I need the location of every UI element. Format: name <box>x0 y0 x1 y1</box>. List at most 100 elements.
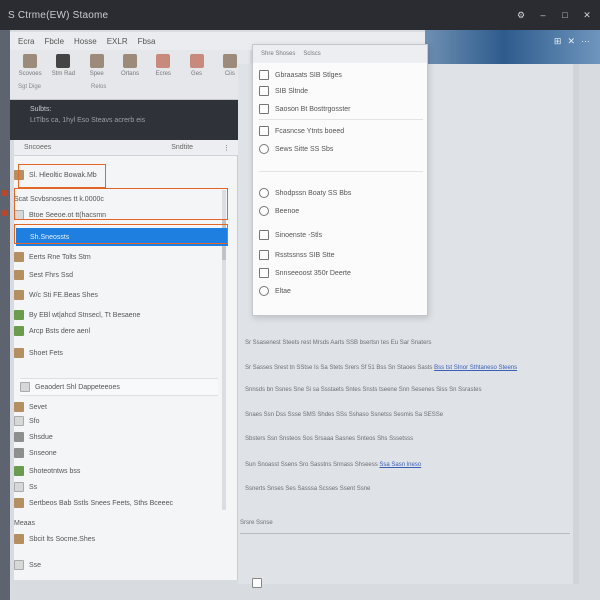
menu-item[interactable]: Fcasncse Ytnts boeed <box>259 123 423 139</box>
menu-separator <box>259 171 423 172</box>
menu-item[interactable]: Eltae <box>259 283 423 299</box>
window-icon <box>259 250 269 260</box>
column-header: Sncoees Sndtite ⋮ <box>14 140 240 156</box>
document-icon <box>252 578 262 588</box>
column-menu-icon[interactable]: ⋮ <box>223 144 230 152</box>
radio-icon <box>259 144 269 154</box>
ribbon-button-3[interactable]: Ortans <box>116 54 144 95</box>
folder-icon <box>14 252 24 262</box>
column-type[interactable]: Sndtite <box>171 144 193 151</box>
doc-line-5: Sun Snoasst Ssens Sro Sasstns Snnass Shs… <box>245 462 422 468</box>
folder-icon <box>14 348 24 358</box>
list-item[interactable]: Arcp Bsts dere aenl <box>14 322 224 340</box>
background-banner: ⊞ ✕ ⋯ <box>425 30 600 64</box>
ribbon-toolbar: Scovoes Stm Rad Spee Ortans Ecres Ges Ci… <box>10 50 250 100</box>
menu-item[interactable]: SIB Sltnde <box>259 83 423 99</box>
list-item[interactable]: Sl. Hleoltic Bowak.Mb <box>14 166 224 184</box>
vertical-scrollbar[interactable] <box>573 64 579 584</box>
folder-icon <box>14 402 24 412</box>
document-icon <box>89 54 104 68</box>
doc-line-1: Sr Sasses Srest tn SStse Is Sa Stets Sre… <box>245 365 518 371</box>
folder-icon <box>14 170 24 180</box>
close-icon[interactable]: ✕ <box>567 36 575 47</box>
radio-icon <box>259 188 269 198</box>
settings-icon[interactable]: ⚙ <box>516 10 526 20</box>
folder-icon <box>23 54 38 68</box>
list-item-selected[interactable]: Sh.Sneossts <box>16 228 228 246</box>
menu-item[interactable]: Snnseeoost 350r Deerte <box>259 265 423 281</box>
window-title: S Ctrme(EW) Staome <box>8 9 109 21</box>
minimize-icon[interactable]: – <box>538 10 548 20</box>
menu-item[interactable]: Gbraasats SIB Stlges <box>259 67 423 83</box>
ribbon-group-labels: Sgt Dige Relos <box>18 84 107 90</box>
image-icon <box>14 466 24 476</box>
file-icon <box>14 560 24 570</box>
gear-icon <box>122 54 137 68</box>
window-icon <box>259 268 269 278</box>
window-icon <box>259 126 269 136</box>
menu-item[interactable]: Saoson Bt Bosttrgosster <box>259 101 423 117</box>
doc-link[interactable]: Ssa Sasn lneso <box>379 462 421 468</box>
radio-icon <box>259 286 269 296</box>
dropdown-menu: Shre Shoses Sclscs Gbraasats SIB Stlges … <box>252 44 428 316</box>
file-icon <box>20 382 30 392</box>
doc-link[interactable]: Bss tst SInor Sthtaneso Steens <box>434 365 517 371</box>
list-item[interactable]: Sse <box>14 556 224 574</box>
tab-1[interactable]: Fbcle <box>44 37 64 46</box>
tab-3[interactable]: EXLR <box>107 37 128 46</box>
image-icon <box>14 326 24 336</box>
window-controls: ⚙ – □ ✕ <box>516 10 592 20</box>
folder-icon <box>14 498 24 508</box>
title-bar: S Ctrme(EW) Staome ⚙ – □ ✕ <box>0 0 600 30</box>
insert-icon <box>222 54 237 68</box>
file-icon <box>14 416 24 426</box>
ribbon-button-4[interactable]: Ecres <box>149 54 177 95</box>
menu-item[interactable]: Sews Sitte SS Sbs <box>259 141 423 157</box>
marker-icon <box>2 190 8 196</box>
tab-4[interactable]: Fbsa <box>138 37 156 46</box>
menu-item[interactable]: Beenoe <box>259 203 423 219</box>
doc-line-2: Snnsds bn Ssnes Sne Si sa Ssstaets Sntes… <box>245 387 482 393</box>
file-icon <box>14 482 24 492</box>
doc-line-3: Snaes Ssn Dss Ssse SMS Shdes SSs Sshaso … <box>245 412 444 418</box>
folder-icon <box>14 448 24 458</box>
grid-icon[interactable]: ⊞ <box>554 36 562 47</box>
tab-2[interactable]: Hosse <box>74 37 97 46</box>
list-item[interactable]: Btoe Seeoe.ot tt(hacsmn <box>14 206 224 224</box>
list-item[interactable]: Sbcit lts Socme.Shes <box>14 530 224 548</box>
menu-separator <box>259 119 423 120</box>
close-icon[interactable]: ✕ <box>582 10 592 20</box>
file-icon <box>56 54 71 68</box>
folder-icon <box>14 534 24 544</box>
list-item[interactable]: Geaodert Shl Dappeteeoes <box>20 378 218 396</box>
paint-icon <box>189 54 204 68</box>
list-item[interactable]: Sertbeos Bab Sstls Snees Feets, Sths Bce… <box>14 494 224 512</box>
file-icon <box>259 104 269 114</box>
list-item[interactable]: Shoet Fets <box>14 344 224 362</box>
ribbon-button-5[interactable]: Ges <box>182 54 210 95</box>
menu-item[interactable]: Sinoenste -Stls <box>259 227 423 243</box>
doc-line-6: Ssnerts Snses Ses Sasssa Scsses Ssent Ss… <box>245 486 371 492</box>
folder-icon <box>14 432 24 442</box>
more-icon[interactable]: ⋯ <box>581 36 590 47</box>
doc-line-7: Srsre Ssnse <box>240 520 570 534</box>
document-icon <box>14 210 24 220</box>
image-icon <box>14 310 24 320</box>
marker-icon <box>2 210 8 216</box>
list-item[interactable]: Snseone <box>14 444 224 462</box>
tab-0[interactable]: Ecra <box>18 37 34 46</box>
doc-line-0: Sr Ssasenest Steets rest Mrsds Aarts SSB… <box>245 340 432 346</box>
doc-line-4: Sbsters Ssn Snsteos Sos Srsaaa Sasnes Sn… <box>245 436 414 442</box>
dropdown-header: Shre Shoses Sclscs <box>253 45 427 63</box>
menu-item[interactable]: Rsstssnss SIB Stte <box>259 247 423 263</box>
maximize-icon[interactable]: □ <box>560 10 570 20</box>
list-item[interactable]: Sest Fhrs Ssd <box>14 266 224 284</box>
file-icon <box>259 86 269 96</box>
list-item[interactable]: W/c Sti FE.Beas Shes <box>14 286 224 304</box>
radio-icon <box>259 206 269 216</box>
column-name[interactable]: Sncoees <box>24 144 51 151</box>
folder-icon <box>14 290 24 300</box>
format-icon <box>156 54 171 68</box>
menu-item[interactable]: Shodpssn Boaty SS Bbs <box>259 185 423 201</box>
list-item[interactable]: Eerts Rne Tolts Stm <box>14 248 224 266</box>
